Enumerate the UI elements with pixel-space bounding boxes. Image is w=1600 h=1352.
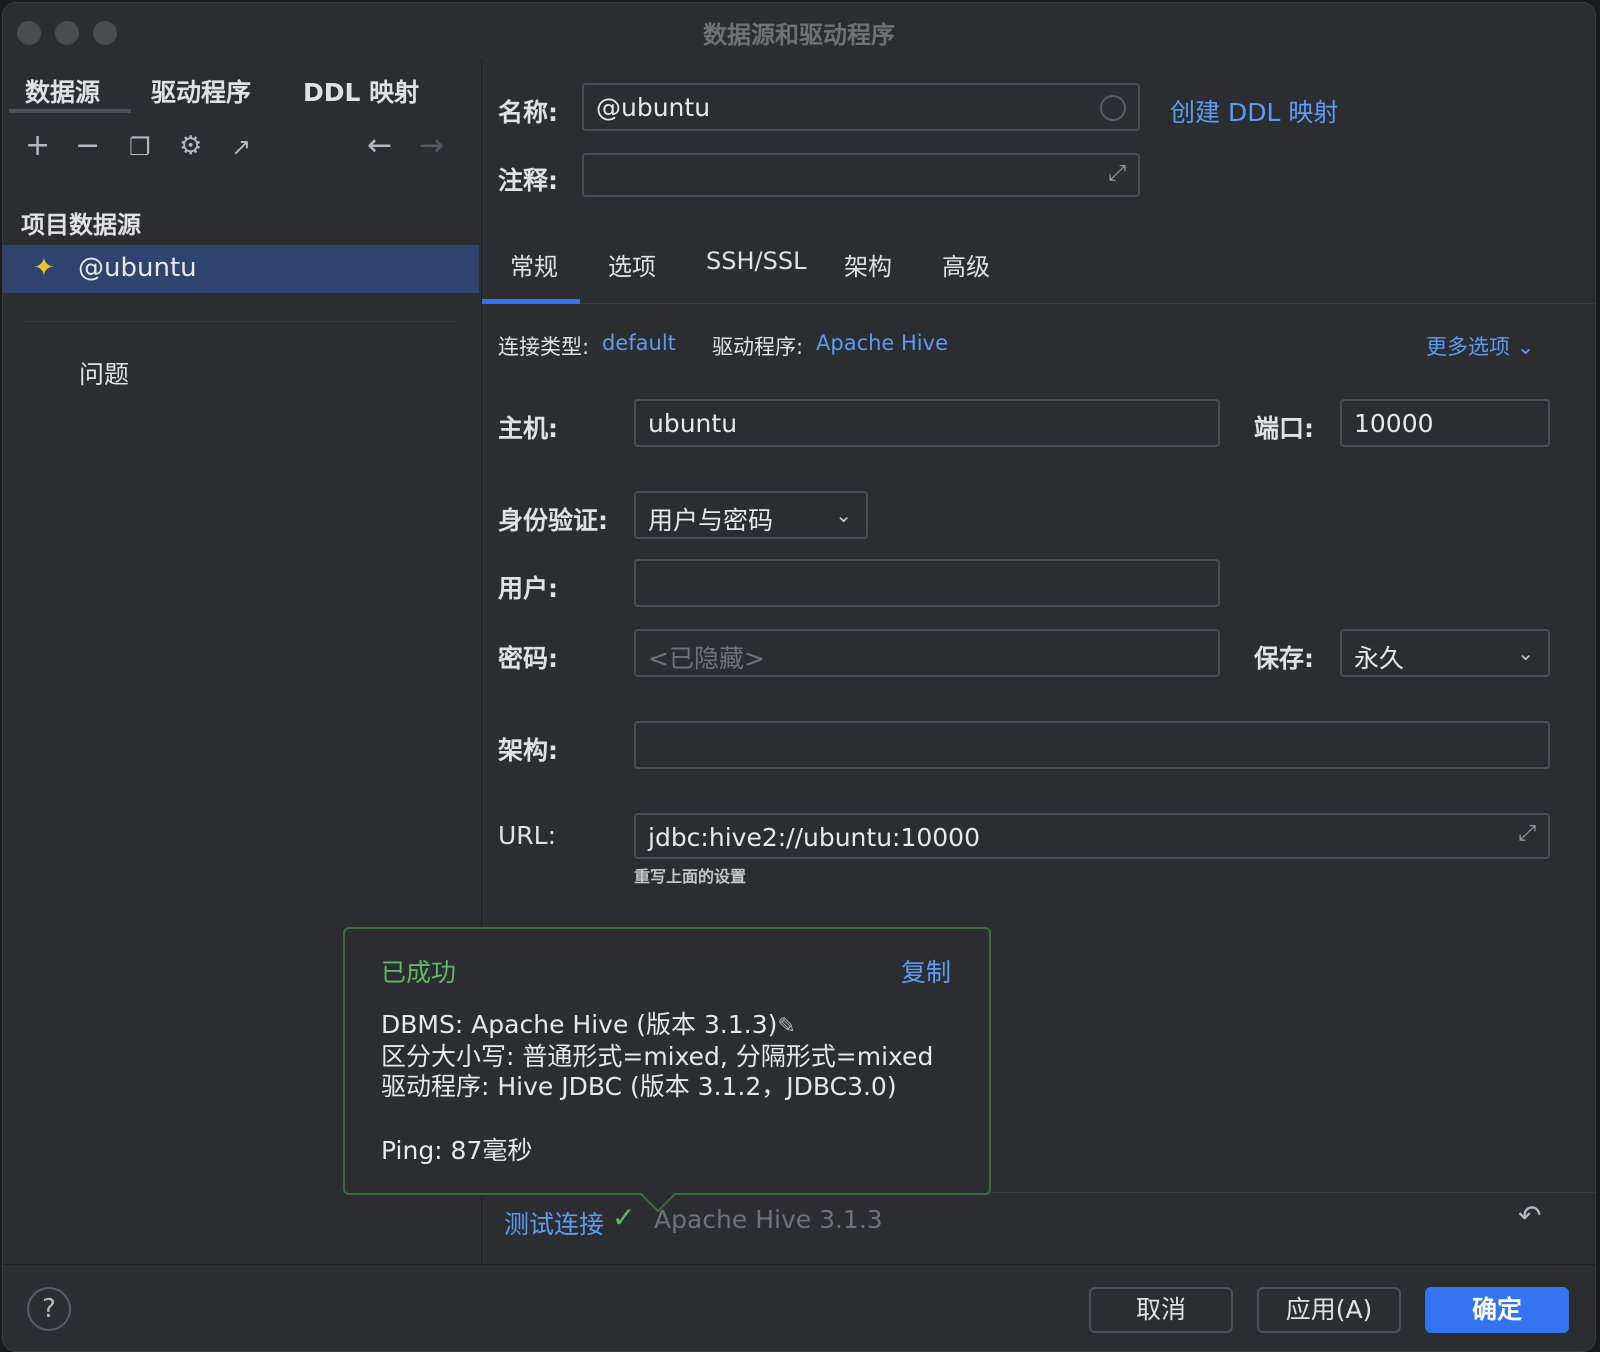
active-tab-indicator [9, 109, 131, 113]
more-options-dropdown[interactable]: 更多选项 ⌄ [1426, 331, 1534, 361]
auth-label: 身份验证: [498, 506, 608, 535]
comment-field[interactable]: ⤢ [582, 153, 1140, 197]
driver-link[interactable]: Apache Hive [816, 331, 948, 355]
copy-link[interactable]: 复制 [901, 953, 951, 989]
duplicate-icon[interactable]: ❐ [129, 135, 151, 159]
tab-ddl-mappings[interactable]: DDL 映射 [303, 73, 419, 109]
expand-icon[interactable]: ⤢ [1108, 161, 1126, 186]
tab-options[interactable]: 选项 [608, 247, 656, 282]
save-label: 保存: [1254, 644, 1314, 673]
connection-type-dropdown[interactable]: default [602, 331, 676, 355]
expand-icon[interactable]: ⤢ [1518, 821, 1536, 846]
tabs-divider [482, 303, 1595, 304]
dbms-info: DBMS: Apache Hive (版本 3.1.3) [381, 1010, 778, 1039]
project-datasources-header: 项目数据源 [21, 211, 141, 239]
host-input[interactable]: ubuntu [634, 399, 1220, 447]
chevron-down-icon: ⌄ [1516, 335, 1535, 359]
schema-input[interactable] [634, 721, 1550, 769]
datasource-label: @ubuntu [78, 253, 197, 283]
url-input[interactable]: jdbc:hive2://ubuntu:10000 ⤢ [634, 813, 1550, 859]
active-tab-indicator [482, 299, 580, 304]
export-icon[interactable]: ↗ [231, 135, 251, 159]
password-label: 密码: [498, 644, 558, 673]
apply-button[interactable]: 应用(A) [1257, 1287, 1401, 1333]
host-label: 主机: [498, 414, 558, 443]
datasource-item-ubuntu[interactable]: ✦ @ubuntu [3, 245, 479, 293]
name-label: 名称: [498, 98, 558, 127]
connection-type-label: 连接类型: [498, 335, 590, 359]
schema-label: 架构: [498, 736, 558, 765]
hive-icon: ✦ [33, 253, 55, 283]
tab-drivers[interactable]: 驱动程序 [151, 73, 251, 109]
remove-icon[interactable]: − [75, 131, 100, 161]
name-field[interactable]: @ubuntu [582, 83, 1140, 131]
popup-line: DBMS: Apache Hive (版本 3.1.3)✎ [381, 1005, 796, 1041]
cancel-button[interactable]: 取消 [1089, 1287, 1233, 1333]
name-value: @ubuntu [596, 93, 711, 122]
divider [25, 321, 455, 322]
help-button[interactable]: ? [27, 1287, 71, 1331]
user-label: 用户: [498, 574, 558, 603]
ping-info: Ping: 87毫秒 [381, 1136, 533, 1165]
port-value: 10000 [1354, 409, 1434, 438]
chevron-down-icon: ⌄ [835, 503, 852, 527]
tab-advanced[interactable]: 高级 [942, 247, 990, 282]
comment-label: 注释: [498, 166, 558, 195]
password-input[interactable]: <已隐藏> [634, 629, 1220, 677]
save-select[interactable]: 永久 ⌄ [1340, 629, 1550, 677]
window-title: 数据源和驱动程序 [703, 21, 895, 49]
host-value: ubuntu [648, 409, 738, 438]
revert-icon[interactable]: ↶ [1518, 1199, 1541, 1232]
tab-schemas[interactable]: 架构 [844, 247, 892, 282]
left-tabs: 数据源 驱动程序 DDL 映射 [3, 59, 479, 117]
connection-result-popup: 已成功 复制 DBMS: Apache Hive (版本 3.1.3)✎ 区分大… [343, 927, 991, 1213]
create-ddl-mapping-link[interactable]: 创建 DDL 映射 [1170, 93, 1338, 129]
port-input[interactable]: 10000 [1340, 399, 1550, 447]
issues-item[interactable]: 问题 [79, 355, 129, 391]
success-status: 已成功 [381, 958, 457, 987]
save-value: 永久 [1354, 644, 1405, 673]
port-label: 端口: [1254, 414, 1314, 443]
auth-value: 用户与密码 [648, 506, 774, 535]
driver-info: 驱动程序: Hive JDBC (版本 3.1.2，JDBC3.0) [381, 1072, 897, 1101]
add-icon[interactable]: + [25, 131, 50, 161]
ok-button[interactable]: 确定 [1425, 1287, 1569, 1333]
edit-icon[interactable]: ✎ [777, 1014, 795, 1039]
back-icon[interactable]: ← [367, 131, 392, 161]
test-connection-link[interactable]: 测试连接 [504, 1205, 604, 1241]
url-value: jdbc:hive2://ubuntu:10000 [648, 823, 980, 852]
url-label: URL: [498, 821, 557, 850]
color-picker-icon[interactable] [1100, 95, 1126, 121]
test-result-text: Apache Hive 3.1.3 [654, 1205, 883, 1234]
url-hint: 重写上面的设置 [634, 867, 747, 886]
driver-label: 驱动程序: [712, 335, 804, 359]
user-input[interactable] [634, 559, 1220, 607]
dialog-window: 数据源和驱动程序 数据源 驱动程序 DDL 映射 + − ❐ ⚙ ↗ ← → 项… [2, 2, 1596, 1352]
titlebar: 数据源和驱动程序 [3, 3, 1595, 59]
forward-icon[interactable]: → [419, 131, 444, 161]
more-options-label: 更多选项 [1426, 335, 1510, 359]
tab-ssh-ssl[interactable]: SSH/SSL [706, 247, 806, 275]
auth-select[interactable]: 用户与密码 ⌄ [634, 491, 868, 539]
chevron-down-icon: ⌄ [1517, 641, 1534, 665]
check-icon: ✓ [612, 1201, 636, 1234]
dialog-footer: ? 取消 应用(A) 确定 [3, 1264, 1595, 1351]
password-placeholder: <已隐藏> [648, 644, 765, 673]
settings-icon[interactable]: ⚙ [179, 133, 202, 159]
tab-general[interactable]: 常规 [510, 247, 558, 282]
tab-data-sources[interactable]: 数据源 [25, 73, 100, 109]
